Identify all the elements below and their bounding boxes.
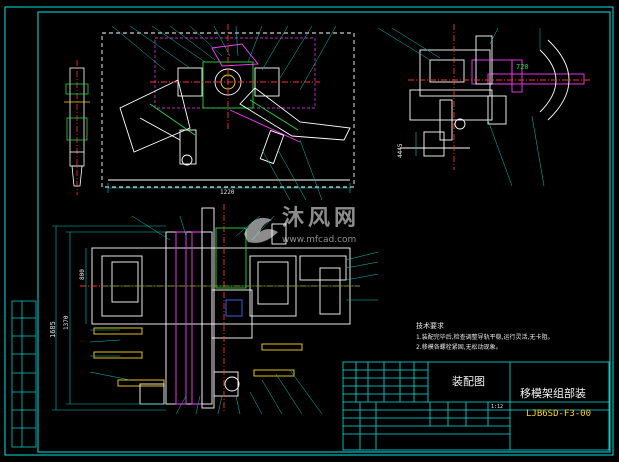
dimension-800: 800 (79, 269, 86, 280)
side-detail-view (64, 60, 90, 195)
top-side-view (377, 24, 590, 187)
title-block-view-name: 装配图 (452, 375, 485, 388)
top-front-view (101, 24, 355, 201)
dimension-1220: 1220 (220, 189, 235, 196)
title-block-scale: 1:12 (491, 404, 504, 410)
dimension-1370: 1370 (63, 315, 70, 330)
watermark-brand: 沐风网 (282, 206, 361, 231)
dimension-1685: 1685 (49, 321, 57, 338)
watermark-url: www.mfcad.com (282, 235, 357, 245)
binding-strip (11, 300, 37, 448)
dimension-4445: 4445 (397, 143, 404, 158)
dimension-720: 720 (516, 63, 529, 71)
title-block-drawing-no: LJB6SD-F3-00 (526, 409, 592, 419)
watermark: 沐风网 www.mfcad.com (238, 206, 398, 254)
tech-req-title: 技术要求 (416, 322, 444, 330)
tech-req-line-1: 1.装配完毕后,检查调整导轨平稳,运行灵活,无卡阻。 (416, 334, 554, 341)
cad-drawing-canvas: 1220 800 1370 1685 720 4445 技术要求 1.装配完毕后… (0, 0, 619, 462)
tech-req-line-2: 2.移模各螺栓紧固,无松动现象。 (416, 344, 502, 351)
title-block-part-name: 移模架组部装 (520, 387, 586, 400)
